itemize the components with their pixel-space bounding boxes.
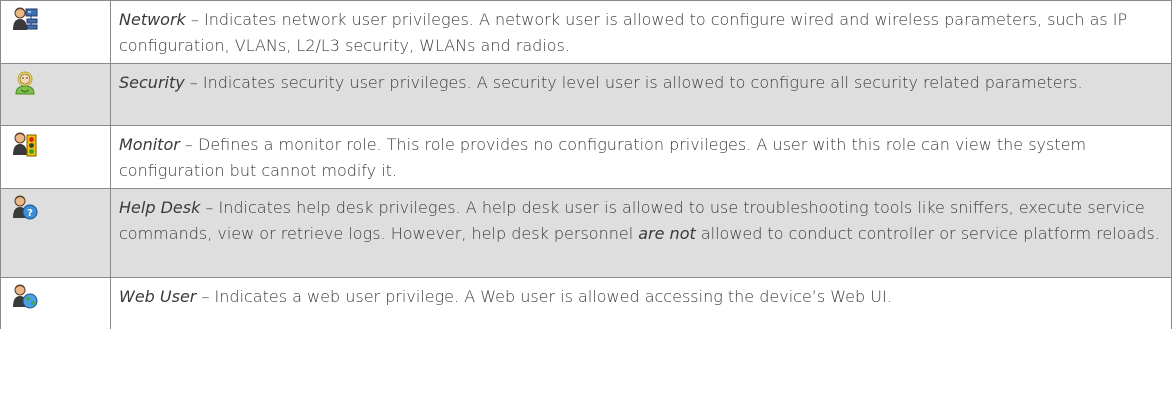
network-user-icon (12, 6, 38, 32)
icon-cell: ? (0, 188, 111, 278)
table-row: Web User – Indicates a web user privileg… (0, 277, 1172, 329)
role-description: – Indicates a web user privilege. A Web … (196, 287, 892, 306)
description-cell: Help Desk – Indicates help desk privileg… (110, 188, 1172, 278)
role-description-cont: allowed to conduct controller or service… (695, 224, 1160, 243)
description-cell: Network – Indicates network user privile… (110, 0, 1172, 64)
role-term: Monitor (119, 135, 180, 154)
emphasis-text: are not (638, 224, 696, 243)
description-cell: Web User – Indicates a web user privileg… (110, 277, 1172, 329)
role-description: – Indicates network user privileges. A n… (119, 10, 1128, 55)
user-roles-table: Network – Indicates network user privile… (0, 0, 1172, 329)
role-term: Network (119, 10, 186, 29)
description-cell: Security – Indicates security user privi… (110, 63, 1172, 126)
icon-cell (0, 277, 111, 329)
monitor-user-icon (12, 131, 38, 157)
role-term: Security (119, 73, 185, 92)
icon-cell (0, 0, 111, 64)
help-desk-user-icon: ? (12, 194, 38, 220)
icon-cell (0, 63, 111, 126)
table-row: Security – Indicates security user privi… (0, 63, 1172, 126)
description-cell: Monitor – Defines a monitor role. This r… (110, 125, 1172, 189)
table-row: Monitor – Defines a monitor role. This r… (0, 125, 1172, 189)
svg-text:?: ? (27, 208, 33, 219)
security-user-icon (12, 69, 38, 95)
role-description: – Indicates security user privileges. A … (184, 73, 1083, 92)
table-row: ? Help Desk – Indicates help desk privil… (0, 188, 1172, 278)
role-description: – Defines a monitor role. This role prov… (119, 135, 1087, 180)
role-term: Help Desk (119, 198, 201, 217)
web-user-icon (12, 283, 38, 309)
icon-cell (0, 125, 111, 189)
role-term: Web User (119, 287, 197, 306)
table-row: Network – Indicates network user privile… (0, 0, 1172, 64)
